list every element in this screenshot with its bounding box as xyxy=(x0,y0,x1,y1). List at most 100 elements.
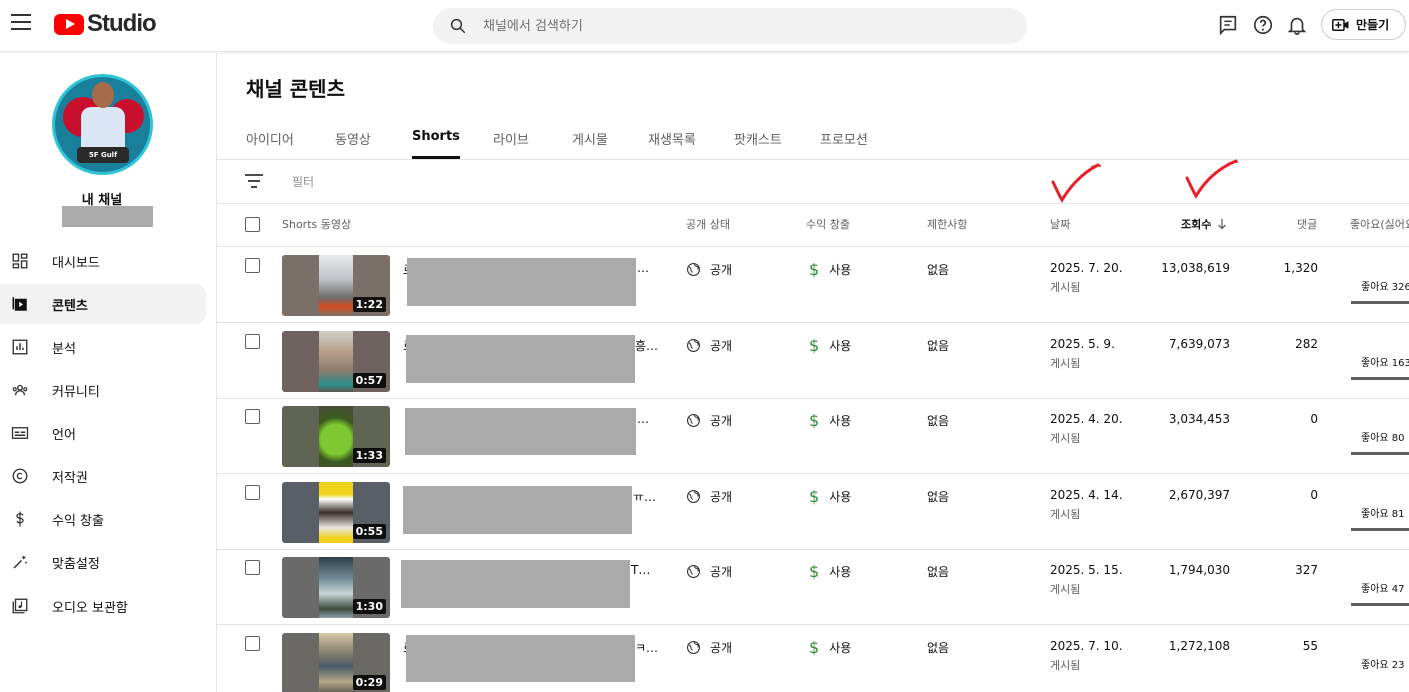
menu-icon[interactable] xyxy=(11,14,31,30)
column-header-likes[interactable]: 좋아요(싫어요 xyxy=(1350,216,1409,232)
sidebar-item-audio-library[interactable]: 오디오 보관함 xyxy=(0,586,206,626)
video-thumbnail[interactable]: 1:30 xyxy=(282,557,390,618)
tab-shorts[interactable]: Shorts xyxy=(412,129,460,159)
row-checkbox[interactable] xyxy=(245,409,260,424)
visibility-label: 공개 xyxy=(710,490,733,504)
date-cell: 2025. 7. 10. xyxy=(1050,639,1123,653)
search-input[interactable] xyxy=(483,8,1003,44)
row-checkbox[interactable] xyxy=(245,560,260,575)
tab-playlists[interactable]: 재생목록 xyxy=(648,129,696,159)
table-row[interactable]: 0:29 로 ㅋ… 공개 $사용 없음 2025. 7. 10. 게시됨 1,2… xyxy=(217,625,1409,692)
channel-avatar[interactable]: 5F Gulf xyxy=(52,74,153,175)
row-checkbox[interactable] xyxy=(245,636,260,651)
sidebar-item-label: 오디오 보관함 xyxy=(52,600,128,616)
comments-cell: 282 xyxy=(1295,337,1318,351)
audio-library-icon xyxy=(12,598,28,614)
monetization-label: 사용 xyxy=(829,339,852,353)
top-bar: Studio 만들기 xyxy=(0,0,1409,52)
search-bar[interactable] xyxy=(433,8,1027,44)
visibility-cell[interactable]: 공개 xyxy=(686,337,732,354)
sidebar-item-analytics[interactable]: 분석 xyxy=(0,327,206,367)
tab-live[interactable]: 라이브 xyxy=(493,129,529,159)
row-checkbox[interactable] xyxy=(245,258,260,273)
column-header-comments[interactable]: 댓글 xyxy=(1297,216,1317,232)
studio-logo[interactable]: Studio xyxy=(54,10,157,37)
sidebar-item-label: 저작권 xyxy=(52,470,88,486)
monetization-cell[interactable]: $ 사용 xyxy=(809,638,851,657)
visibility-label: 공개 xyxy=(710,263,733,277)
visibility-cell[interactable]: 공개 xyxy=(686,488,732,505)
video-duration: 1:33 xyxy=(352,448,386,463)
select-all-checkbox[interactable] xyxy=(245,217,260,232)
sidebar-item-customization[interactable]: 맞춤설정 xyxy=(0,542,206,582)
column-header-date[interactable]: 날짜 xyxy=(1050,216,1070,232)
like-ratio-bar xyxy=(1351,452,1409,455)
sort-down-arrow-icon xyxy=(1218,219,1227,230)
globe-icon xyxy=(687,641,700,654)
table-row[interactable]: 1:22 로 … 공개 $사용 없음 2025. 7. 20. 게시됨 13,0… xyxy=(217,247,1409,323)
sidebar-item-monetization[interactable]: 수익 창출 xyxy=(0,499,206,539)
monetization-cell[interactable]: $ 사용 xyxy=(809,487,851,506)
monetization-cell[interactable]: $ 사용 xyxy=(809,260,851,279)
tab-podcasts[interactable]: 팟캐스트 xyxy=(734,129,782,159)
create-button-label: 만들기 xyxy=(1356,18,1390,32)
content-tabs: 아이디어 동영상 Shorts 라이브 게시물 재생목록 팟캐스트 프로모션 xyxy=(246,121,1409,159)
monetization-cell[interactable]: $ 사용 xyxy=(809,411,851,430)
table-row[interactable]: 1:30 T… 공개 $ 사용 없음 2025. 5. 15. 게시됨 1,794… xyxy=(217,549,1409,625)
sidebar-item-languages[interactable]: 언어 xyxy=(0,413,206,453)
create-button[interactable]: 만들기 xyxy=(1321,9,1406,40)
table-row[interactable]: 0:55 ㅠ… 공개 $ 사용 없음 2025. 4. 14. 게시됨 2,670… xyxy=(217,474,1409,550)
filter-input[interactable] xyxy=(292,170,592,194)
column-header-visibility: 공개 상태 xyxy=(686,218,730,231)
date-cell: 2025. 5. 9. xyxy=(1050,337,1115,351)
sidebar-item-label: 수익 창출 xyxy=(52,513,104,529)
video-thumbnail[interactable]: 1:22 xyxy=(282,255,390,316)
visibility-cell[interactable]: 공개 xyxy=(686,563,732,580)
video-thumbnail[interactable]: 0:57 xyxy=(282,331,390,392)
date-cell: 2025. 4. 20. xyxy=(1050,412,1123,426)
video-thumbnail[interactable]: 1:33 xyxy=(282,406,390,467)
date-status: 게시됨 xyxy=(1050,432,1081,445)
subtitles-icon xyxy=(11,427,29,439)
sidebar-item-label: 콘텐츠 xyxy=(52,298,88,314)
redacted-title xyxy=(405,408,636,455)
table-row[interactable]: 0:57 로 흥… 공개 $사용 없음 2025. 5. 9. 게시됨 7,63… xyxy=(217,323,1409,399)
help-icon[interactable] xyxy=(1252,14,1274,36)
search-icon[interactable] xyxy=(449,17,467,35)
monetization-cell[interactable]: $ 사용 xyxy=(809,562,851,581)
restrictions-cell: 없음 xyxy=(927,565,950,579)
video-thumbnail[interactable]: 0:55 xyxy=(282,482,390,543)
visibility-label: 공개 xyxy=(710,641,733,655)
tab-promotions[interactable]: 프로모션 xyxy=(820,129,868,159)
video-thumbnail[interactable]: 0:29 xyxy=(282,633,390,692)
tab-videos[interactable]: 동영상 xyxy=(335,129,371,159)
feedback-icon[interactable] xyxy=(1217,14,1239,36)
sidebar-item-community[interactable]: 커뮤니티 xyxy=(0,370,206,410)
tab-ideas[interactable]: 아이디어 xyxy=(246,129,294,159)
monetization-cell[interactable]: $ 사용 xyxy=(809,336,851,355)
globe-icon xyxy=(687,565,700,578)
sidebar-item-copyright[interactable]: 저작권 xyxy=(0,456,206,496)
sidebar-item-dashboard[interactable]: 대시보드 xyxy=(0,241,206,281)
row-checkbox[interactable] xyxy=(245,334,260,349)
comments-cell: 1,320 xyxy=(1283,261,1318,275)
video-title-end: ㅠ… xyxy=(633,490,657,504)
column-header-views[interactable]: 조회수 xyxy=(1181,216,1228,232)
visibility-cell[interactable]: 공개 xyxy=(686,639,732,656)
visibility-cell[interactable]: 공개 xyxy=(686,261,732,278)
restrictions-cell: 없음 xyxy=(927,641,950,655)
row-checkbox[interactable] xyxy=(245,485,260,500)
redacted-title xyxy=(406,635,635,682)
tab-posts[interactable]: 게시물 xyxy=(572,129,608,159)
sidebar-item-content[interactable]: 콘텐츠 xyxy=(0,284,206,324)
visibility-cell[interactable]: 공개 xyxy=(686,412,732,429)
table-row[interactable]: 1:33 … 공개 $ 사용 없음 2025. 4. 20. 게시됨 3,034,… xyxy=(217,398,1409,474)
comments-cell: 0 xyxy=(1310,488,1318,502)
likes-cell: 좋아요 163 xyxy=(1361,358,1409,369)
filter-icon[interactable] xyxy=(244,173,264,189)
dollar-icon: $ xyxy=(809,562,820,581)
monetization-label: 사용 xyxy=(829,490,852,504)
dollar-icon: $ xyxy=(809,487,820,506)
notifications-icon[interactable] xyxy=(1286,14,1308,36)
column-header-views-label: 조회수 xyxy=(1181,218,1212,231)
